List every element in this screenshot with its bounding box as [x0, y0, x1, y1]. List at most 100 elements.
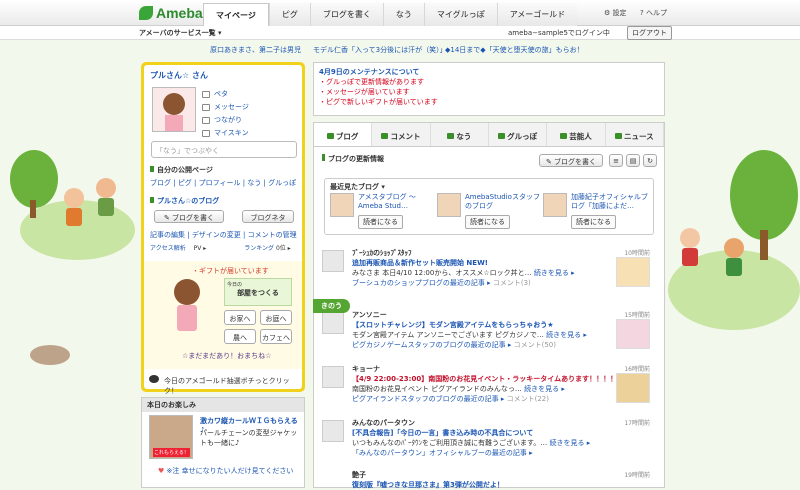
gift-notice[interactable]: ・ギフトが届いています — [192, 266, 269, 276]
feed-author[interactable]: キョーナ — [352, 364, 380, 374]
settings-link[interactable]: ⚙ 設定 — [604, 8, 627, 18]
link-change-design[interactable]: デザインの変更 — [192, 231, 241, 239]
fun-footer-link[interactable]: ♥ ※注 幸せになりたい人だけ見てください — [158, 466, 293, 476]
feed-avatar[interactable] — [322, 420, 344, 442]
go-cafe-button[interactable]: カフェへ — [260, 329, 292, 344]
tab-blog[interactable]: ブログ — [314, 123, 373, 146]
tab-now-feed[interactable]: なう — [431, 123, 489, 146]
feed-avatar[interactable] — [322, 250, 344, 272]
notice-item[interactable]: ・ピグで新しいギフトが届いています — [319, 97, 659, 107]
feed-title[interactable]: 【4/9 22:00-23:00】南国粉のお花見イベント・ラッキータイムあります… — [352, 374, 624, 384]
link-now[interactable]: なう — [247, 179, 261, 187]
grid-view-icon[interactable]: ▤ — [626, 154, 640, 167]
make-room-banner[interactable]: 今日の 部屋をつくる — [224, 278, 292, 306]
ticker-item[interactable]: ◆14日まで◆「天使と堕天使の旅」もらお！ — [445, 45, 584, 55]
myskin-link[interactable]: マイスキン — [202, 127, 249, 140]
tab-pigg[interactable]: ピグ — [268, 3, 310, 26]
write-blog-button[interactable]: ✎ ブログを書く — [154, 210, 224, 223]
tab-news[interactable]: ニュース — [606, 123, 664, 146]
recent-articles-link[interactable]: ブーシュカのショップブログの最近の記事 ▸ — [352, 279, 491, 287]
feed-author[interactable]: ﾌﾞｰｼｭｶのｼｮｯﾌﾟｽﾀｯﾌ — [352, 248, 412, 258]
link-profile[interactable]: プロフィール — [199, 179, 241, 187]
feed-item: みんなのパータウン [不具合報告]「今日の一言」書き込み時の不具合について いつ… — [322, 417, 658, 463]
notice-item[interactable]: ・グルっぽで更新情報があります — [319, 77, 659, 87]
link-group[interactable]: グルっぽ — [268, 179, 296, 187]
feed-avatar[interactable] — [322, 366, 344, 388]
ticker-item[interactable]: モデル仁香「入って3分後には汗が（笑）」 — [313, 45, 447, 55]
tab-ameba-gold[interactable]: アメーゴールド — [496, 3, 578, 26]
ameba-logo[interactable]: Ameba — [139, 5, 203, 21]
ameba-gold-lottery-link[interactable]: 今日のアメゴールド抽選ボチっとクリック！ — [144, 371, 302, 395]
feed-thumbnail[interactable] — [616, 319, 650, 349]
blog-avatar[interactable] — [330, 193, 354, 217]
link-blog[interactable]: ブログ — [150, 179, 171, 187]
logout-button[interactable]: ログアウト — [627, 26, 672, 40]
comment-count[interactable]: コメント(3) — [493, 279, 531, 287]
help-link[interactable]: ? ヘルプ — [640, 8, 667, 18]
read-more-link[interactable]: 続きを見る ▸ — [534, 269, 575, 277]
ticker-item[interactable]: 原口あきまさ、第二子は男児 — [210, 45, 301, 55]
feed-title[interactable]: [不具合報告]「今日の一言」書き込み時の不具合について — [352, 428, 533, 438]
blog-neta-button[interactable]: ブログネタ — [242, 210, 294, 223]
tab-group-feed[interactable]: グルっぽ — [489, 123, 548, 146]
feed-author[interactable]: 艶子 — [352, 470, 366, 480]
go-garden-button[interactable]: お庭へ — [260, 310, 292, 325]
blog-heading[interactable]: プルさん☆のブログ — [150, 196, 219, 206]
blog-avatar[interactable] — [437, 193, 461, 217]
rank-value[interactable]: 0位 ▸ — [276, 245, 291, 252]
blog-avatar[interactable] — [543, 193, 567, 217]
go-home-button[interactable]: お家へ — [224, 310, 256, 325]
ranking-link[interactable]: ランキング — [244, 245, 274, 252]
feed-title[interactable]: 復刻版『嘘つきな旦那さま』第3弾が公開だよ！ — [352, 480, 504, 490]
link-pigg[interactable]: ピグ — [178, 179, 192, 187]
recent-title[interactable]: 最近見たブログ ▾ — [330, 182, 648, 192]
subscribe-button[interactable]: 読者になる — [358, 215, 403, 229]
read-more-link[interactable]: 続きを見る ▸ — [546, 331, 587, 339]
tab-write-blog[interactable]: ブログを書く — [309, 3, 383, 26]
recent-blog-name[interactable]: 加藤紀子オフィシャルブログ「加藤によだ… — [571, 193, 651, 211]
peta-link[interactable]: ペタ — [202, 88, 249, 101]
recent-blog-name[interactable]: アメスタブログ 〜Ameba Stud… — [358, 193, 438, 211]
refresh-icon[interactable]: ↻ — [643, 154, 657, 167]
notice-item[interactable]: ・メッセージが届いています — [319, 87, 659, 97]
feed-author[interactable]: みんなのパータウン — [352, 418, 415, 428]
feed-avatar[interactable] — [322, 312, 344, 334]
read-more-link[interactable]: 続きを見る ▸ — [550, 439, 591, 447]
feed-title[interactable]: 【スロットチャレンジ】モダン宮殿アイテムをもらっちゃおう★ — [352, 320, 554, 330]
subscribe-button[interactable]: 読者になる — [571, 215, 616, 229]
access-analysis-link[interactable]: アクセス解析 — [150, 245, 186, 252]
tab-mypage[interactable]: マイページ — [203, 3, 269, 26]
profile-name[interactable]: プルさん☆ さん — [150, 70, 208, 81]
list-view-icon[interactable]: ≡ — [609, 154, 623, 167]
connections-link[interactable]: つながり — [202, 114, 249, 127]
recent-articles-link[interactable]: ピグアイランドスタッフのブログの最近の記事 ▸ — [352, 395, 504, 403]
feed-title[interactable]: 追加再販商品＆新作セット販売開始 NEW! — [352, 258, 488, 268]
maintenance-notice-link[interactable]: 4月9日のメンテナンスについて — [319, 67, 659, 77]
recent-blog-name[interactable]: AmebaStudioスタッフのブログ — [465, 193, 545, 211]
feed-thumbnail[interactable] — [616, 257, 650, 287]
recent-articles-link[interactable]: 「みんなのパータウン」オフィシャルブーの最近の記事 ▸ — [352, 449, 533, 457]
now-status-input[interactable]: 「なう」でつぶやく — [151, 141, 297, 158]
avatar[interactable] — [152, 87, 196, 132]
pv-link[interactable]: PV ▸ — [194, 245, 207, 252]
comment-count[interactable]: コメント(22) — [507, 395, 549, 403]
tab-celebrity[interactable]: 芸能人 — [547, 123, 606, 146]
more-gifts-link[interactable]: ☆まだまだあり！おまちね☆ — [182, 351, 271, 361]
recent-articles-link[interactable]: ピグカジノゲームスタッフのブログの最近の記事 ▸ — [352, 341, 511, 349]
fun-image[interactable]: これもらえる！ — [149, 415, 193, 459]
go-farm-button[interactable]: 農へ — [224, 329, 256, 344]
link-manage-comments[interactable]: コメントの管理 — [248, 231, 297, 239]
services-menu[interactable]: アメーバのサービス一覧 ▾ — [139, 28, 222, 38]
subscribe-button[interactable]: 読者になる — [465, 215, 510, 229]
feed-thumbnail[interactable] — [616, 373, 650, 403]
tab-my-group[interactable]: マイグルっぽ — [423, 3, 497, 26]
feed-author[interactable]: アンソニー — [352, 310, 387, 320]
tab-label: なう — [456, 132, 472, 141]
link-edit-entries[interactable]: 記事の編集 — [150, 231, 185, 239]
read-more-link[interactable]: 続きを見る ▸ — [524, 385, 565, 393]
comment-count[interactable]: コメント(50) — [514, 341, 556, 349]
message-link[interactable]: メッセージ — [202, 101, 249, 114]
tab-comment[interactable]: コメント — [372, 123, 431, 146]
feed-write-blog-button[interactable]: ✎ ブログを書く — [539, 154, 603, 167]
tab-now[interactable]: なう — [382, 3, 424, 26]
